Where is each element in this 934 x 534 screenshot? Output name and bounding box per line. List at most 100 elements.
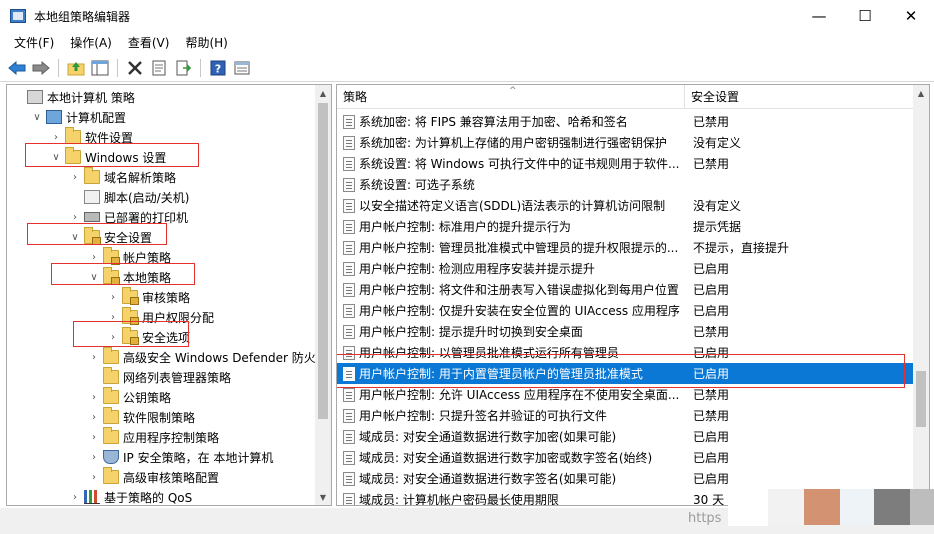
policy-row[interactable]: 以安全描述符定义语言(SDDL)语法表示的计算机访问限制 没有定义 bbox=[337, 195, 913, 216]
policy-name: 用户帐户控制: 提示提升时切换到安全桌面 bbox=[359, 325, 583, 339]
list-vertical-scrollbar[interactable]: ▲ ▼ bbox=[913, 85, 929, 505]
column-header-security-setting[interactable]: 安全设置 bbox=[685, 85, 739, 109]
tree-item[interactable]: 脚本(启动/关机) bbox=[68, 187, 189, 207]
policy-row[interactable]: 用户帐户控制: 提示提升时切换到安全桌面 已禁用 bbox=[337, 321, 913, 342]
tree-item[interactable]: › 应用程序控制策略 bbox=[87, 427, 219, 447]
policy-cell: 域成员: 对安全通道数据进行数字签名(如果可能) bbox=[337, 470, 687, 487]
policy-row[interactable]: 域成员: 对安全通道数据进行数字加密(如果可能) 已启用 bbox=[337, 426, 913, 447]
column-header-policy[interactable]: ^ 策略 bbox=[337, 85, 685, 109]
policy-row[interactable]: 用户帐户控制: 标准用户的提升提示行为 提示凭据 bbox=[337, 216, 913, 237]
policy-list[interactable]: ^ 策略 安全设置 系统加密: 将 FIPS 兼容算法用于加密、哈希和签名 已禁用… bbox=[336, 84, 930, 506]
view-icon[interactable] bbox=[231, 57, 253, 79]
svg-text:?: ? bbox=[215, 62, 221, 75]
policy-cell: 用户帐户控制: 仅提升安装在安全位置的 UIAccess 应用程序 bbox=[337, 302, 687, 319]
folder-icon bbox=[103, 387, 119, 404]
collapsed-chevron-icon[interactable]: › bbox=[49, 130, 63, 144]
collapsed-chevron-icon[interactable]: › bbox=[87, 350, 101, 364]
policy-row[interactable]: 用户帐户控制: 检测应用程序安装并提示提升 已启用 bbox=[337, 258, 913, 279]
tree-vertical-scrollbar[interactable]: ▲ ▼ bbox=[315, 85, 331, 505]
folder-icon bbox=[84, 167, 100, 184]
tree-scroll-thumb[interactable] bbox=[318, 103, 328, 419]
close-button[interactable]: ✕ bbox=[888, 0, 934, 32]
watermark-block bbox=[840, 489, 874, 525]
menu-view[interactable]: 查看(V) bbox=[120, 33, 178, 53]
tree-item[interactable]: 本地计算机 策略 bbox=[11, 87, 135, 107]
policy-name: 系统加密: 将 FIPS 兼容算法用于加密、哈希和签名 bbox=[359, 115, 628, 129]
folder-icon bbox=[103, 407, 119, 424]
policy-row[interactable]: 用户帐户控制: 只提升签名并验证的可执行文件 已禁用 bbox=[337, 405, 913, 426]
policy-row[interactable]: 系统设置: 将 Windows 可执行文件中的证书规则用于软件... 已禁用 bbox=[337, 153, 913, 174]
tree-item[interactable]: › 审核策略 bbox=[106, 287, 190, 307]
policy-cell: 用户帐户控制: 管理员批准模式中管理员的提升权限提示的... bbox=[337, 239, 687, 256]
help-icon[interactable]: ? bbox=[207, 57, 229, 79]
expanded-chevron-icon[interactable]: ∨ bbox=[30, 110, 44, 124]
tree-item-label: 脚本(启动/关机) bbox=[104, 190, 190, 205]
scroll-down-arrow-icon[interactable]: ▼ bbox=[315, 489, 331, 505]
policy-name: 用户帐户控制: 管理员批准模式中管理员的提升权限提示的... bbox=[359, 241, 679, 255]
policy-cell: 用户帐户控制: 检测应用程序安装并提示提升 bbox=[337, 260, 687, 277]
menu-file[interactable]: 文件(F) bbox=[6, 33, 62, 53]
collapsed-chevron-icon[interactable]: › bbox=[87, 470, 101, 484]
collapsed-chevron-icon[interactable]: › bbox=[87, 390, 101, 404]
no-expander bbox=[87, 370, 101, 384]
policy-row[interactable]: 用户帐户控制: 将文件和注册表写入错误虚拟化到每用户位置 已启用 bbox=[337, 279, 913, 300]
tree-item[interactable]: › 高级安全 Windows Defender 防火墙 bbox=[87, 347, 315, 367]
no-expander bbox=[68, 190, 82, 204]
policy-setting-icon bbox=[343, 450, 355, 465]
tree-item[interactable]: › IP 安全策略，在 本地计算机 bbox=[87, 447, 273, 467]
menu-help[interactable]: 帮助(H) bbox=[177, 33, 235, 53]
toolbar: ? bbox=[0, 54, 934, 82]
tree-item[interactable]: 网络列表管理器策略 bbox=[87, 367, 231, 387]
properties-icon[interactable] bbox=[148, 57, 170, 79]
collapsed-chevron-icon[interactable]: › bbox=[87, 430, 101, 444]
locked-folder-icon bbox=[122, 287, 139, 305]
scroll-up-arrow-icon[interactable]: ▲ bbox=[913, 85, 929, 101]
policy-setting-icon bbox=[343, 156, 355, 171]
no-expander bbox=[11, 90, 25, 104]
security-setting-value: 已启用 bbox=[693, 472, 730, 486]
tree-item[interactable]: › 软件限制策略 bbox=[87, 407, 195, 427]
tree-item[interactable]: ∨ 计算机配置 bbox=[30, 107, 126, 127]
policy-row[interactable]: 域成员: 对安全通道数据进行数字加密或数字签名(始终) 已启用 bbox=[337, 447, 913, 468]
computer-icon bbox=[46, 110, 62, 124]
minimize-button[interactable]: — bbox=[796, 0, 842, 32]
menu-action[interactable]: 操作(A) bbox=[62, 33, 120, 53]
collapsed-chevron-icon[interactable]: › bbox=[68, 170, 82, 184]
policy-setting-icon bbox=[343, 114, 355, 129]
policy-row[interactable]: 系统设置: 可选子系统 bbox=[337, 174, 913, 195]
scroll-up-arrow-icon[interactable]: ▲ bbox=[315, 85, 331, 101]
tree-item[interactable]: › 公钥策略 bbox=[87, 387, 171, 407]
tree-item[interactable]: › 基于策略的 QoS bbox=[68, 487, 192, 505]
console-tree[interactable]: 本地计算机 策略 ∨ 计算机配置 › 软件设置 ∨ Windows 设置 › 域名解析策略 脚本(… bbox=[6, 84, 332, 506]
back-arrow-icon[interactable] bbox=[6, 57, 28, 79]
annotation-box-security-settings bbox=[27, 223, 167, 245]
annotation-box-local-policies bbox=[51, 263, 195, 285]
list-scroll-thumb[interactable] bbox=[916, 371, 926, 427]
group-policy-editor-icon bbox=[10, 9, 26, 23]
policy-name: 用户帐户控制: 只提升签名并验证的可执行文件 bbox=[359, 409, 607, 423]
collapsed-chevron-icon[interactable]: › bbox=[68, 490, 82, 504]
collapsed-chevron-icon[interactable]: › bbox=[106, 290, 120, 304]
tree-item[interactable]: › 高级审核策略配置 bbox=[87, 467, 219, 487]
watermark-block bbox=[728, 478, 768, 526]
policy-row[interactable]: 系统加密: 为计算机上存储的用户密钥强制进行强密钥保护 没有定义 bbox=[337, 132, 913, 153]
policy-cell: 域成员: 对安全通道数据进行数字加密(如果可能) bbox=[337, 428, 687, 445]
collapsed-chevron-icon[interactable]: › bbox=[68, 210, 82, 224]
policy-row[interactable]: 用户帐户控制: 仅提升安装在安全位置的 UIAccess 应用程序 已启用 bbox=[337, 300, 913, 321]
tree-item[interactable]: › 域名解析策略 bbox=[68, 167, 176, 187]
policy-row[interactable]: 用户帐户控制: 管理员批准模式中管理员的提升权限提示的... 不提示，直接提升 bbox=[337, 237, 913, 258]
collapsed-chevron-icon[interactable]: › bbox=[87, 250, 101, 264]
policy-name: 域成员: 对安全通道数据进行数字签名(如果可能) bbox=[359, 472, 617, 486]
forward-arrow-icon[interactable] bbox=[30, 57, 52, 79]
export-list-icon[interactable] bbox=[172, 57, 194, 79]
policy-row[interactable]: 域成员: 对安全通道数据进行数字签名(如果可能) 已启用 bbox=[337, 468, 913, 489]
collapsed-chevron-icon[interactable]: › bbox=[87, 450, 101, 464]
policy-row[interactable]: 系统加密: 将 FIPS 兼容算法用于加密、哈希和签名 已禁用 bbox=[337, 111, 913, 132]
maximize-button[interactable]: ☐ bbox=[842, 0, 888, 32]
up-folder-icon[interactable] bbox=[65, 57, 87, 79]
security-setting-value: 已启用 bbox=[693, 430, 730, 444]
collapsed-chevron-icon[interactable]: › bbox=[87, 410, 101, 424]
window-title: 本地组策略编辑器 bbox=[34, 9, 131, 24]
delete-icon[interactable] bbox=[124, 57, 146, 79]
show-hide-tree-icon[interactable] bbox=[89, 57, 111, 79]
